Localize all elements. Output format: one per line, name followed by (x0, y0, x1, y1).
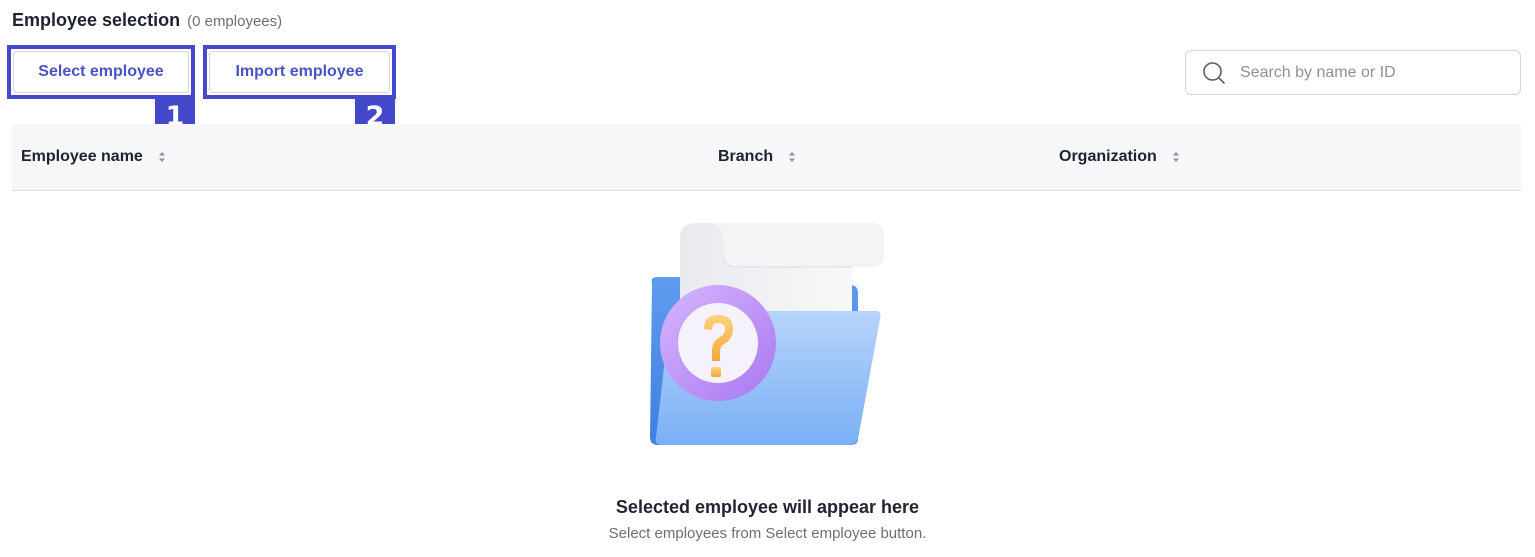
folder-question-illustration (640, 215, 890, 455)
section-title: Employee selection (12, 10, 181, 30)
section-header: Employee selection (0 employees) (12, 10, 282, 31)
select-employee-highlight: Select employee (7, 45, 195, 99)
column-label: Branch (718, 148, 774, 165)
employee-count: (0 employees) (187, 13, 283, 30)
sort-icon[interactable] (157, 150, 167, 164)
sort-icon[interactable] (787, 150, 797, 164)
column-header-branch[interactable]: Branch (718, 124, 797, 190)
column-header-organization[interactable]: Organization (1059, 124, 1181, 190)
table-header: Employee name Branch Organization (12, 124, 1521, 191)
search-box[interactable] (1185, 50, 1521, 95)
column-header-employee-name[interactable]: Employee name (21, 124, 167, 190)
select-employee-button[interactable]: Select employee (13, 51, 189, 93)
empty-state-subtitle: Select employees from Select employee bu… (608, 525, 927, 542)
import-employee-highlight: Import employee (203, 45, 396, 99)
search-icon (1202, 61, 1226, 85)
search-input[interactable] (1240, 63, 1500, 82)
column-label: Employee name (21, 148, 143, 165)
employee-selection-page: Employee selection (0 employees) Select … (0, 0, 1535, 557)
sort-icon[interactable] (1171, 150, 1181, 164)
import-employee-button[interactable]: Import employee (209, 51, 390, 93)
empty-state-title: Selected employee will appear here (615, 497, 920, 517)
column-label: Organization (1059, 148, 1157, 165)
